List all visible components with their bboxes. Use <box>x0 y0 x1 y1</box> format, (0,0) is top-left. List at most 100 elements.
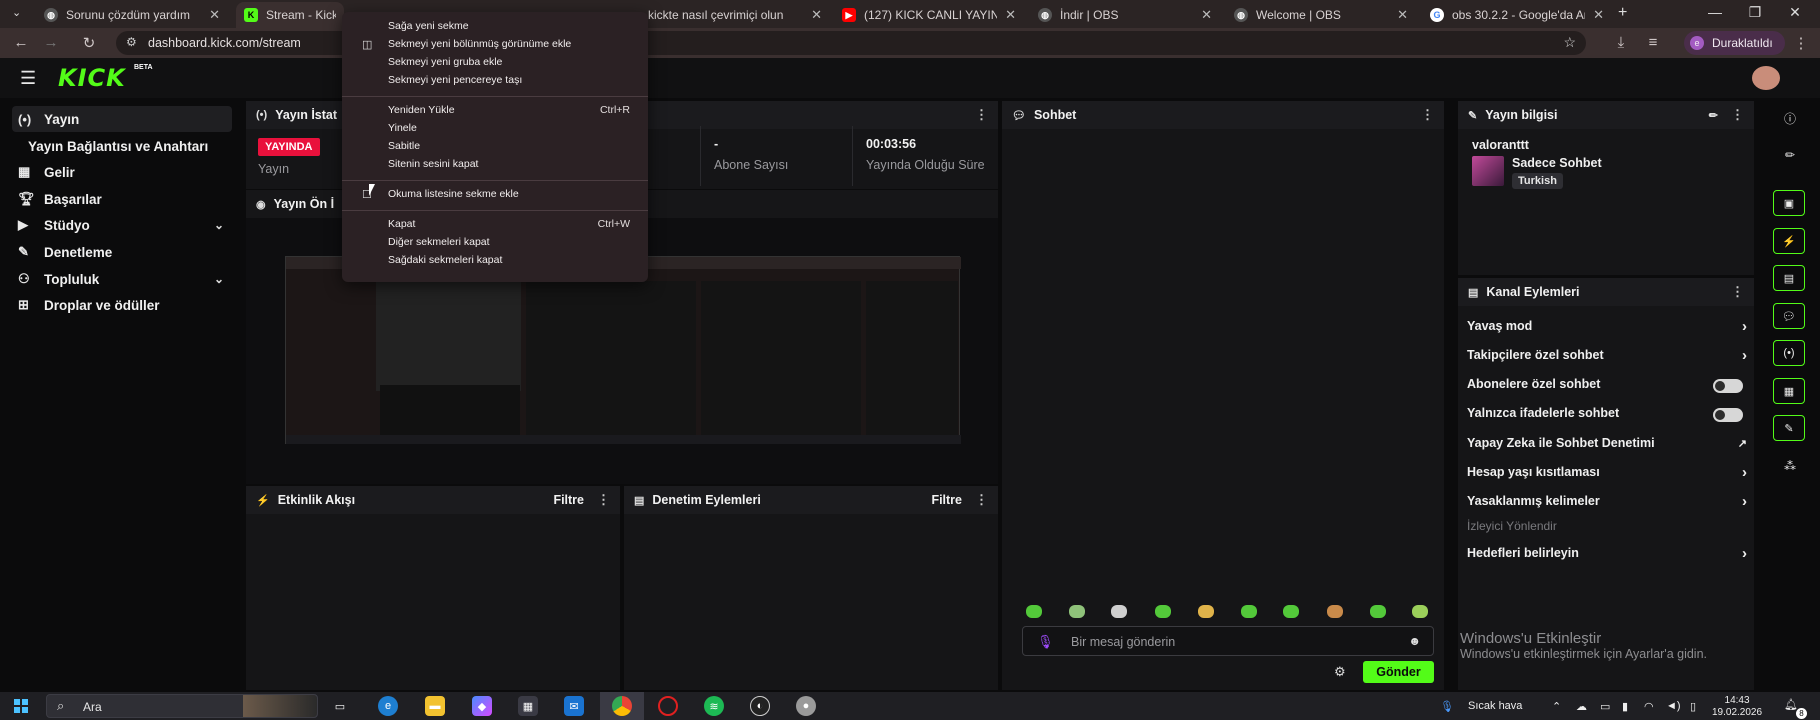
store-icon[interactable]: ▦ <box>518 696 538 716</box>
notification-bell-icon[interactable]: 🔔︎ <box>1784 698 1798 711</box>
menu-item-close-right[interactable]: Sağdaki sekmeleri kapat <box>388 254 502 266</box>
microphone-icon[interactable]: 🎙︎ <box>1037 634 1054 650</box>
mail-icon[interactable]: ✉ <box>564 696 584 716</box>
close-icon[interactable]: ✕ <box>1397 7 1408 23</box>
action-ai-moderation[interactable]: Yapay Zeka ile Sohbet Denetimi ↗ <box>1467 433 1747 453</box>
spotify-icon[interactable]: ≋ <box>704 696 724 716</box>
chat-message-input[interactable]: 🎙︎ Bir mesaj gönderin ☻ <box>1022 626 1434 656</box>
menu-item-reload[interactable]: Yeniden Yükle <box>388 104 455 116</box>
download-icon[interactable]: ⤓ <box>1610 34 1632 51</box>
emote-icon[interactable] <box>1069 605 1085 618</box>
menu-item-new-tab-right[interactable]: Sağa yeni sekme <box>388 20 469 32</box>
browser-menu-icon[interactable]: ⋮ <box>1790 34 1812 52</box>
edit-icon[interactable]: ✏ <box>1709 109 1718 122</box>
rail-preview-button[interactable]: ▣ <box>1773 190 1805 216</box>
emote-icon[interactable] <box>1412 605 1428 618</box>
tab-6[interactable]: ◍ Welcome | OBS ✕ <box>1226 2 1416 28</box>
sidebar-item-yayin[interactable]: (•) Yayın <box>12 106 232 132</box>
info-icon[interactable]: ⓘ <box>1779 107 1801 129</box>
rail-channel-actions-button[interactable]: ▦ <box>1773 378 1805 404</box>
close-icon[interactable]: ✕ <box>209 7 220 23</box>
more-options-icon[interactable]: ⋮ <box>597 492 610 508</box>
sidebar-item-denetleme[interactable]: ✎ Denetleme <box>12 239 232 265</box>
close-window-icon[interactable]: ✕ <box>1780 4 1810 21</box>
category-thumbnail[interactable] <box>1472 156 1504 186</box>
emote-icon[interactable] <box>1370 605 1386 618</box>
menu-item-mute-site[interactable]: Sitenin sesini kapat <box>388 158 478 170</box>
action-slow-mode[interactable]: Yavaş mod › <box>1467 316 1747 336</box>
stream-preview-video[interactable] <box>285 256 961 444</box>
close-icon[interactable]: ✕ <box>1201 7 1212 23</box>
battery-icon[interactable]: ▮ <box>1622 700 1628 713</box>
back-icon[interactable]: ← <box>10 34 32 51</box>
add-widget-icon[interactable]: ⁂ <box>1779 455 1801 477</box>
more-options-icon[interactable]: ⋮ <box>1731 107 1744 123</box>
cloud-icon[interactable]: ☁ <box>1576 700 1587 713</box>
url-field[interactable]: ⚙ dashboard.kick.com/stream ☆ <box>116 31 1586 55</box>
volume-icon[interactable]: ◄) <box>1666 700 1681 712</box>
file-explorer-icon[interactable]: ▬ <box>425 696 445 716</box>
category-name[interactable]: Sadece Sohbet <box>1512 156 1602 170</box>
menu-item-pin[interactable]: Sabitle <box>388 140 420 152</box>
menu-item-close[interactable]: Kapat <box>388 218 415 230</box>
close-icon[interactable]: ✕ <box>1593 7 1604 23</box>
emote-icon[interactable] <box>1198 605 1214 618</box>
emote-icon[interactable] <box>1111 605 1127 618</box>
tab-list-icon[interactable]: ⌄ <box>12 6 21 19</box>
profile-button[interactable]: e Duraklatıldı <box>1684 31 1785 55</box>
more-options-icon[interactable]: ⋮ <box>1421 107 1434 123</box>
windows-start-icon[interactable] <box>14 699 28 713</box>
emotes-only-toggle[interactable] <box>1713 408 1743 422</box>
site-info-icon[interactable]: ⚙ <box>126 35 137 49</box>
more-options-icon[interactable]: ⋮ <box>1731 284 1744 300</box>
filter-button[interactable]: Filtre <box>553 493 584 507</box>
chat-settings-icon[interactable]: ⚙ <box>1334 664 1346 680</box>
tab-1[interactable]: ◍ Sorunu çözdüm yardım ✕ <box>36 2 228 28</box>
rail-chat-button[interactable]: 💬︎ <box>1773 303 1805 329</box>
more-options-icon[interactable]: ⋮ <box>975 107 988 123</box>
tab-2-active[interactable]: K Stream - Kick D <box>236 2 344 28</box>
send-button[interactable]: Gönder <box>1363 661 1434 683</box>
emote-icon[interactable] <box>1026 605 1042 618</box>
tab-4[interactable]: ▶ (127) KICK CANLI YAYIN N ✕ <box>834 2 1024 28</box>
app-icon[interactable]: ● <box>796 696 816 716</box>
emote-icon[interactable] <box>1155 605 1171 618</box>
more-options-icon[interactable]: ⋮ <box>975 492 988 508</box>
sidebar-item-stream-key[interactable]: Yayın Bağlantısı ve Anahtarı <box>28 133 248 159</box>
menu-item-new-window[interactable]: Sekmeyi yeni pencereye taşı <box>388 74 522 86</box>
taskbar-clock[interactable]: 14:43 19.02.2026 <box>1712 695 1762 719</box>
edge-icon[interactable]: e <box>378 696 398 716</box>
emote-icon[interactable] <box>1241 605 1257 618</box>
filter-button[interactable]: Filtre <box>931 493 962 507</box>
forward-icon[interactable]: → <box>40 34 62 51</box>
chevron-up-icon[interactable]: ⌃ <box>1552 700 1561 713</box>
hamburger-menu-icon[interactable]: ☰ <box>20 68 36 89</box>
menu-item-close-others[interactable]: Diğer sekmeleri kapat <box>388 236 490 248</box>
sidebar-item-droplar[interactable]: ⊞ Droplar ve ödüller <box>12 292 232 318</box>
taskbar-search[interactable]: ⌕ Ara <box>46 694 318 718</box>
weather-label[interactable]: Sıcak hava <box>1468 700 1522 712</box>
copilot-icon[interactable]: ◆ <box>472 696 492 716</box>
opera-icon[interactable] <box>658 696 678 716</box>
close-icon[interactable]: ✕ <box>811 7 822 23</box>
menu-item-reading-list[interactable]: Okuma listesine sekme ekle <box>388 188 519 200</box>
tab-7[interactable]: G obs 30.2.2 - Google'da Ar ✕ <box>1422 2 1612 28</box>
network-icon[interactable]: ▭ <box>1600 700 1610 713</box>
reading-list-icon[interactable]: ≡ <box>1642 34 1664 51</box>
sidebar-item-basarilar[interactable]: 🏆︎ Başarılar <box>12 186 232 212</box>
sidebar-item-gelir[interactable]: ▦ Gelir <box>12 159 232 185</box>
rail-stream-info-button[interactable]: ✎ <box>1773 415 1805 441</box>
restore-icon[interactable]: ❐ <box>1740 4 1770 21</box>
microphone-icon[interactable]: 🎙︎ <box>1440 700 1454 713</box>
emote-icon[interactable] <box>1327 605 1343 618</box>
reload-icon[interactable]: ↻ <box>78 34 100 52</box>
action-set-targets[interactable]: Hedefleri belirleyin › <box>1467 543 1747 563</box>
sidebar-item-studyo[interactable]: ▶ Stüdyo ⌄ <box>12 212 232 238</box>
rail-stats-button[interactable]: (•) <box>1773 340 1805 366</box>
new-tab-icon[interactable]: + <box>1618 4 1627 22</box>
subscribers-only-toggle[interactable] <box>1713 379 1743 393</box>
menu-item-duplicate[interactable]: Yinele <box>388 122 417 134</box>
wifi-icon[interactable]: ◠ <box>1644 700 1654 713</box>
task-view-icon[interactable]: ▭ <box>330 696 350 716</box>
obs-icon[interactable]: ◐ <box>750 696 770 716</box>
